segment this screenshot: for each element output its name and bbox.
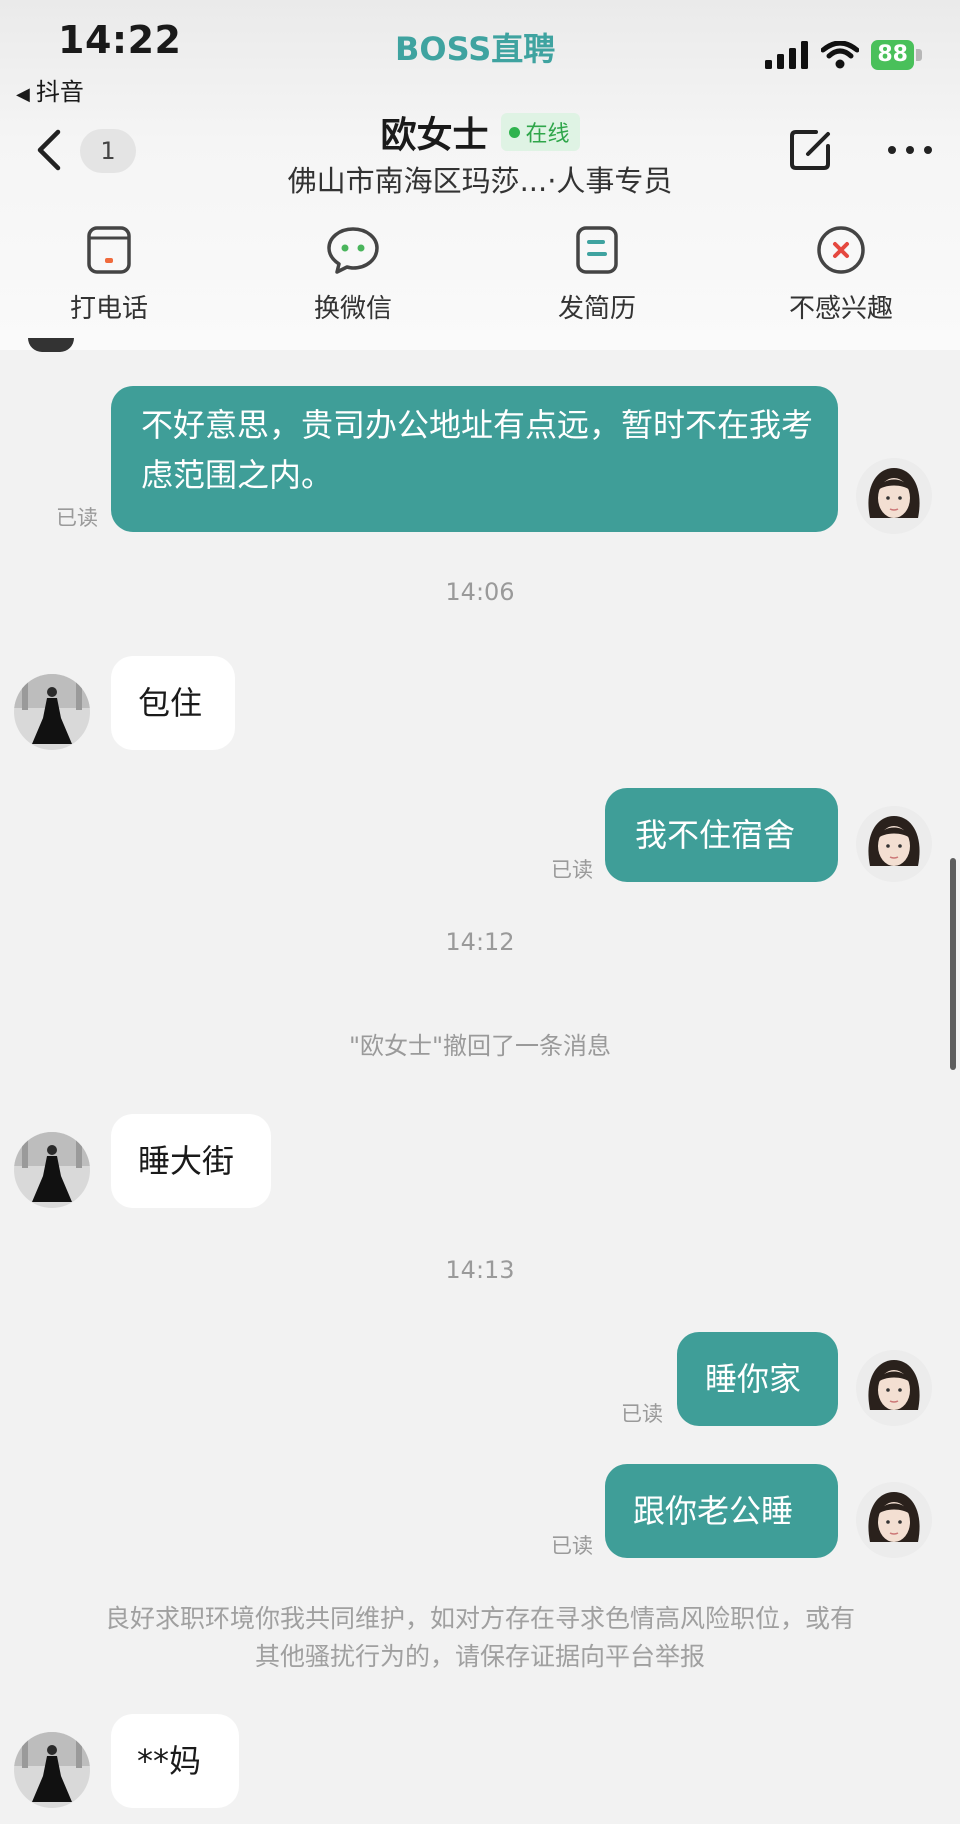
contact-avatar-image xyxy=(14,1132,90,1208)
my-avatar[interactable] xyxy=(856,1482,932,1558)
send-resume-label: 发简历 xyxy=(557,294,636,324)
not-interested-button[interactable]: 不感兴趣 xyxy=(761,224,921,325)
avatar-partial xyxy=(28,338,74,352)
timestamp: 14:12 xyxy=(445,928,515,956)
timestamp: 14:06 xyxy=(445,578,515,606)
my-avatar[interactable] xyxy=(856,458,932,534)
back-to-app-link[interactable]: ◀ 抖音 xyxy=(16,72,84,107)
app-title: BOSS直聘 xyxy=(395,30,556,68)
message-bubble-received[interactable]: **妈 xyxy=(111,1714,239,1808)
my-avatar-image xyxy=(856,458,932,534)
message-bubble-sent[interactable]: 我不住宿舍 xyxy=(605,788,838,882)
safety-notice: 良好求职环境你我共同维护，如对方存在寻求色情高风险职位，或有其他骚扰行为的，请保… xyxy=(104,1604,855,1671)
signal-icon xyxy=(765,41,809,69)
wechat-icon xyxy=(327,227,379,274)
my-avatar-image xyxy=(856,806,932,882)
phone-card-icon xyxy=(87,226,131,274)
message-bubble-sent[interactable]: 跟你老公睡 xyxy=(605,1464,838,1558)
message-bubble-sent[interactable]: 睡你家 xyxy=(677,1332,838,1426)
status-time: 14:22 xyxy=(58,18,182,62)
status-icons: 88 xyxy=(765,38,922,72)
send-resume-button[interactable]: 发简历 xyxy=(517,224,677,325)
not-interested-label: 不感兴趣 xyxy=(788,294,893,324)
scrollbar[interactable] xyxy=(950,858,956,1070)
contact-avatar[interactable] xyxy=(14,1732,90,1808)
read-receipt: 已读 xyxy=(621,1402,663,1426)
battery-icon: 88 xyxy=(871,40,922,70)
read-receipt: 已读 xyxy=(551,1534,593,1558)
recall-notice: "欧女士"撤回了一条消息 xyxy=(348,1032,612,1060)
contact-name: 欧女士 xyxy=(380,115,489,156)
online-status-badge: 在线 xyxy=(500,113,580,151)
resume-icon xyxy=(576,226,618,274)
my-avatar-image xyxy=(856,1482,932,1558)
call-label: 打电话 xyxy=(69,294,148,324)
back-app-label: 抖音 xyxy=(35,78,84,106)
message-bubble-sent[interactable]: 不好意思，贵司办公地址有点远，暂时不在我考虑范围之内。 xyxy=(111,386,838,532)
contact-avatar[interactable] xyxy=(14,674,90,750)
call-button[interactable]: 打电话 xyxy=(29,224,189,325)
edit-note-icon[interactable] xyxy=(786,126,834,174)
message-bubble-received[interactable]: 包住 xyxy=(111,656,235,750)
my-avatar-image xyxy=(856,1350,932,1426)
online-label: 在线 xyxy=(525,122,570,147)
contact-avatar[interactable] xyxy=(14,1132,90,1208)
exchange-wechat-button[interactable]: 换微信 xyxy=(273,224,433,325)
not-interested-icon xyxy=(817,226,865,274)
contact-avatar-image xyxy=(14,1732,90,1808)
online-dot-icon xyxy=(508,126,520,138)
message-bubble-received[interactable]: 睡大街 xyxy=(111,1114,271,1208)
read-receipt: 已读 xyxy=(56,506,98,530)
timestamp: 14:13 xyxy=(445,1256,515,1284)
contact-avatar-image xyxy=(14,674,90,750)
wifi-icon xyxy=(821,41,860,69)
chat-list[interactable]: 已读 不好意思，贵司办公地址有点远，暂时不在我考虑范围之内。 14:06 包住 … xyxy=(0,338,960,1824)
read-receipt: 已读 xyxy=(551,858,593,882)
action-bar: 打电话 换微信 发简历 不感兴趣 xyxy=(0,224,960,334)
back-triangle-icon: ◀ xyxy=(16,84,30,105)
exchange-wechat-label: 换微信 xyxy=(313,294,392,324)
my-avatar[interactable] xyxy=(856,806,932,882)
my-avatar[interactable] xyxy=(856,1350,932,1426)
more-options-icon[interactable] xyxy=(886,134,934,166)
battery-level: 88 xyxy=(871,40,914,70)
